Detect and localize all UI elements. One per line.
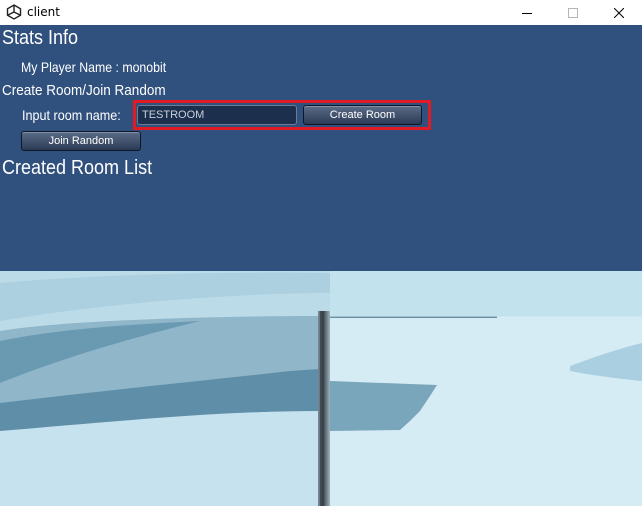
room-list-heading: Created Room List	[2, 157, 153, 179]
minimize-icon	[522, 12, 532, 14]
input-room-name-label: Input room name:	[22, 107, 121, 123]
game-viewport[interactable]: Stats Info My Player Name : monobit Crea…	[0, 25, 642, 506]
highlight-box	[133, 100, 431, 130]
unity-icon	[6, 4, 22, 20]
minimize-button[interactable]	[504, 0, 550, 25]
window-title: client	[27, 5, 60, 19]
create-join-heading: Create Room/Join Random	[2, 82, 166, 99]
player-name-label: My Player Name : monobit	[21, 59, 167, 75]
ground-plane	[0, 271, 642, 506]
close-icon	[614, 7, 624, 18]
title-bar: client	[0, 0, 642, 25]
close-button[interactable]	[596, 0, 642, 25]
join-random-button[interactable]: Join Random	[21, 131, 141, 151]
maximize-icon	[568, 7, 578, 18]
stats-info-heading: Stats Info	[2, 27, 79, 49]
maximize-button[interactable]	[550, 0, 596, 25]
